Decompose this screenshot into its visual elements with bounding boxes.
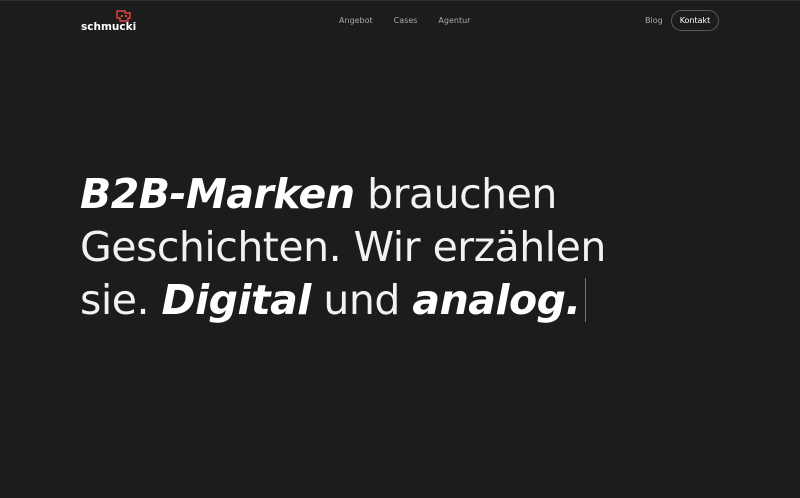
contact-button[interactable]: Kontakt bbox=[671, 10, 719, 31]
nav-item-agentur[interactable]: Agentur bbox=[438, 14, 470, 28]
logo-link[interactable]: schmucki bbox=[81, 10, 141, 34]
text-cursor bbox=[584, 278, 587, 322]
hero-text-line3-mid: und bbox=[310, 276, 413, 324]
top-border bbox=[0, 0, 800, 1]
nav-item-blog[interactable]: Blog bbox=[645, 14, 663, 28]
page: schmucki Angebot Cases Agentur Blog Kont… bbox=[0, 0, 800, 498]
hero-text-line1: brauchen bbox=[354, 170, 557, 218]
hero-emphasis-analog: analog. bbox=[412, 276, 581, 324]
logo-text: schmucki bbox=[81, 21, 137, 33]
nav-item-cases[interactable]: Cases bbox=[394, 14, 418, 28]
hero-text-line2: Geschichten. Wir erzählen bbox=[80, 223, 606, 271]
main-nav: Angebot Cases Agentur bbox=[339, 14, 470, 28]
hero-emphasis-digital: Digital bbox=[161, 276, 312, 324]
nav-item-angebot[interactable]: Angebot bbox=[339, 14, 373, 28]
hero-emphasis-b2b: B2B-Marken bbox=[80, 170, 355, 218]
hero-headline: B2B-Marken brauchen Geschichten. Wir erz… bbox=[80, 168, 720, 327]
hero-text-line3-start: sie. bbox=[80, 276, 162, 324]
